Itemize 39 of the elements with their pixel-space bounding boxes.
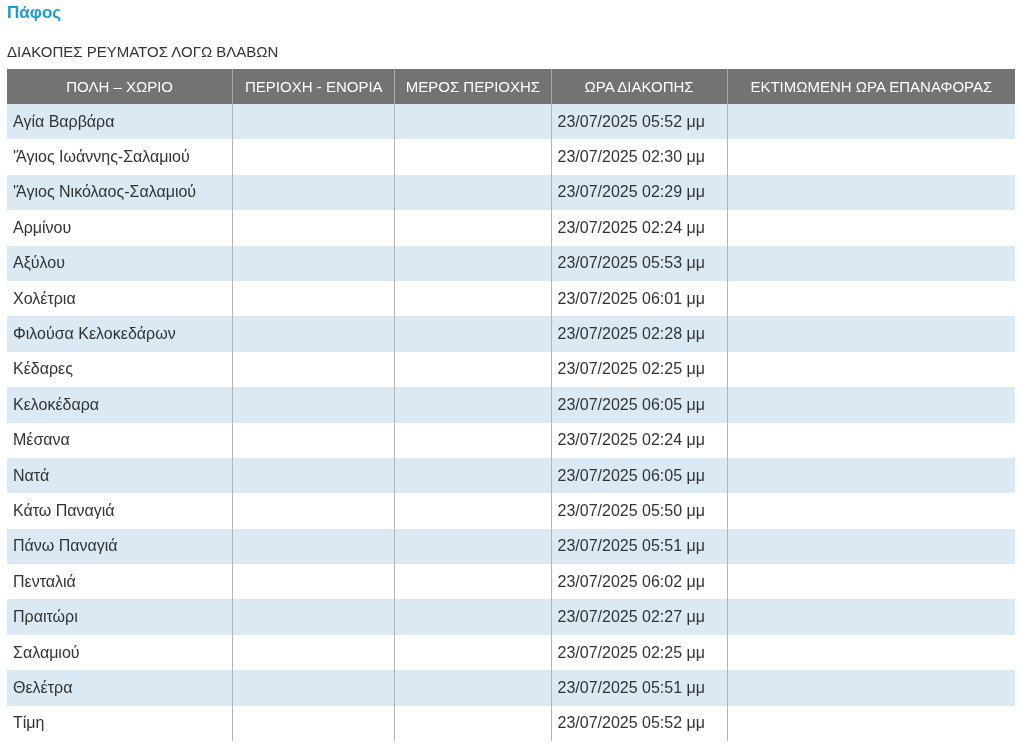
column-header: ΠΟΛΗ – ΧΩΡΙΟ — [7, 69, 233, 104]
column-header: ΠΕΡΙΟΧΗ - ΕΝΟΡΙΑ — [232, 69, 395, 104]
table-cell: Κελοκέδαρα — [7, 387, 233, 423]
table-cell: 23/07/2025 05:51 μμ — [551, 670, 728, 706]
table-cell: 23/07/2025 05:53 μμ — [551, 245, 728, 281]
table-cell: Πραιτώρι — [7, 599, 233, 635]
table-cell: Πενταλιά — [7, 564, 233, 600]
table-cell: 23/07/2025 02:29 μμ — [551, 174, 728, 211]
table-cell: Χολέτρια — [7, 280, 233, 317]
table-cell: 'Άγιος Ιωάννης-Σαλαμιού — [7, 139, 233, 175]
table-cell: 23/07/2025 05:50 μμ — [551, 493, 728, 529]
table-cell: 23/07/2025 02:24 μμ — [551, 422, 728, 458]
table-cell: 23/07/2025 05:52 μμ — [551, 705, 728, 742]
column-header: ΜΕΡΟΣ ΠΕΡΙΟΧΗΣ — [394, 69, 551, 104]
table-cell: Τίμη — [7, 705, 233, 742]
table-cell: 23/07/2025 05:51 μμ — [551, 528, 728, 565]
table-cell: 23/07/2025 02:30 μμ — [551, 139, 728, 175]
table-cell: Μέσανα — [7, 422, 233, 458]
table-cell: Αρμίνου — [7, 210, 233, 246]
table-cell: Κέδαρες — [7, 351, 233, 388]
table-cell: Πάνω Παναγιά — [7, 528, 233, 565]
table-cell: 23/07/2025 06:05 μμ — [551, 387, 728, 423]
table-cell: 23/07/2025 02:27 μμ — [551, 599, 728, 635]
table-cell: Σαλαμιού — [7, 634, 233, 671]
table-cell: Φιλούσα Κελοκεδάρων — [7, 316, 233, 352]
table-cell: Αγία Βαρβάρα — [7, 104, 233, 140]
table-cell: Θελέτρα — [7, 670, 233, 706]
table-cell: Νατά — [7, 457, 233, 494]
table-cell: 23/07/2025 05:52 μμ — [551, 104, 728, 140]
region-title: Πάφος — [7, 3, 62, 23]
table-cell: 23/07/2025 02:24 μμ — [551, 210, 728, 246]
column-header: ΕΚΤΙΜΩΜΕΝΗ ΩΡΑ ΕΠΑΝΑΦΟΡΑΣ — [727, 69, 1015, 104]
table-cell: 23/07/2025 06:05 μμ — [551, 457, 728, 494]
table-cell: 'Άγιος Νικόλαος-Σαλαμιού — [7, 174, 233, 211]
table-heading: ΔΙΑΚΟΠΕΣ ΡΕΥΜΑΤΟΣ ΛΟΓΩ ΒΛΑΒΩΝ — [7, 43, 279, 60]
column-header: ΩΡΑ ΔΙΑΚΟΠΗΣ — [551, 69, 728, 104]
table-cell: Κάτω Παναγιά — [7, 493, 233, 529]
table-cell: 23/07/2025 02:28 μμ — [551, 316, 728, 352]
table-cell: Αξύλου — [7, 245, 233, 281]
